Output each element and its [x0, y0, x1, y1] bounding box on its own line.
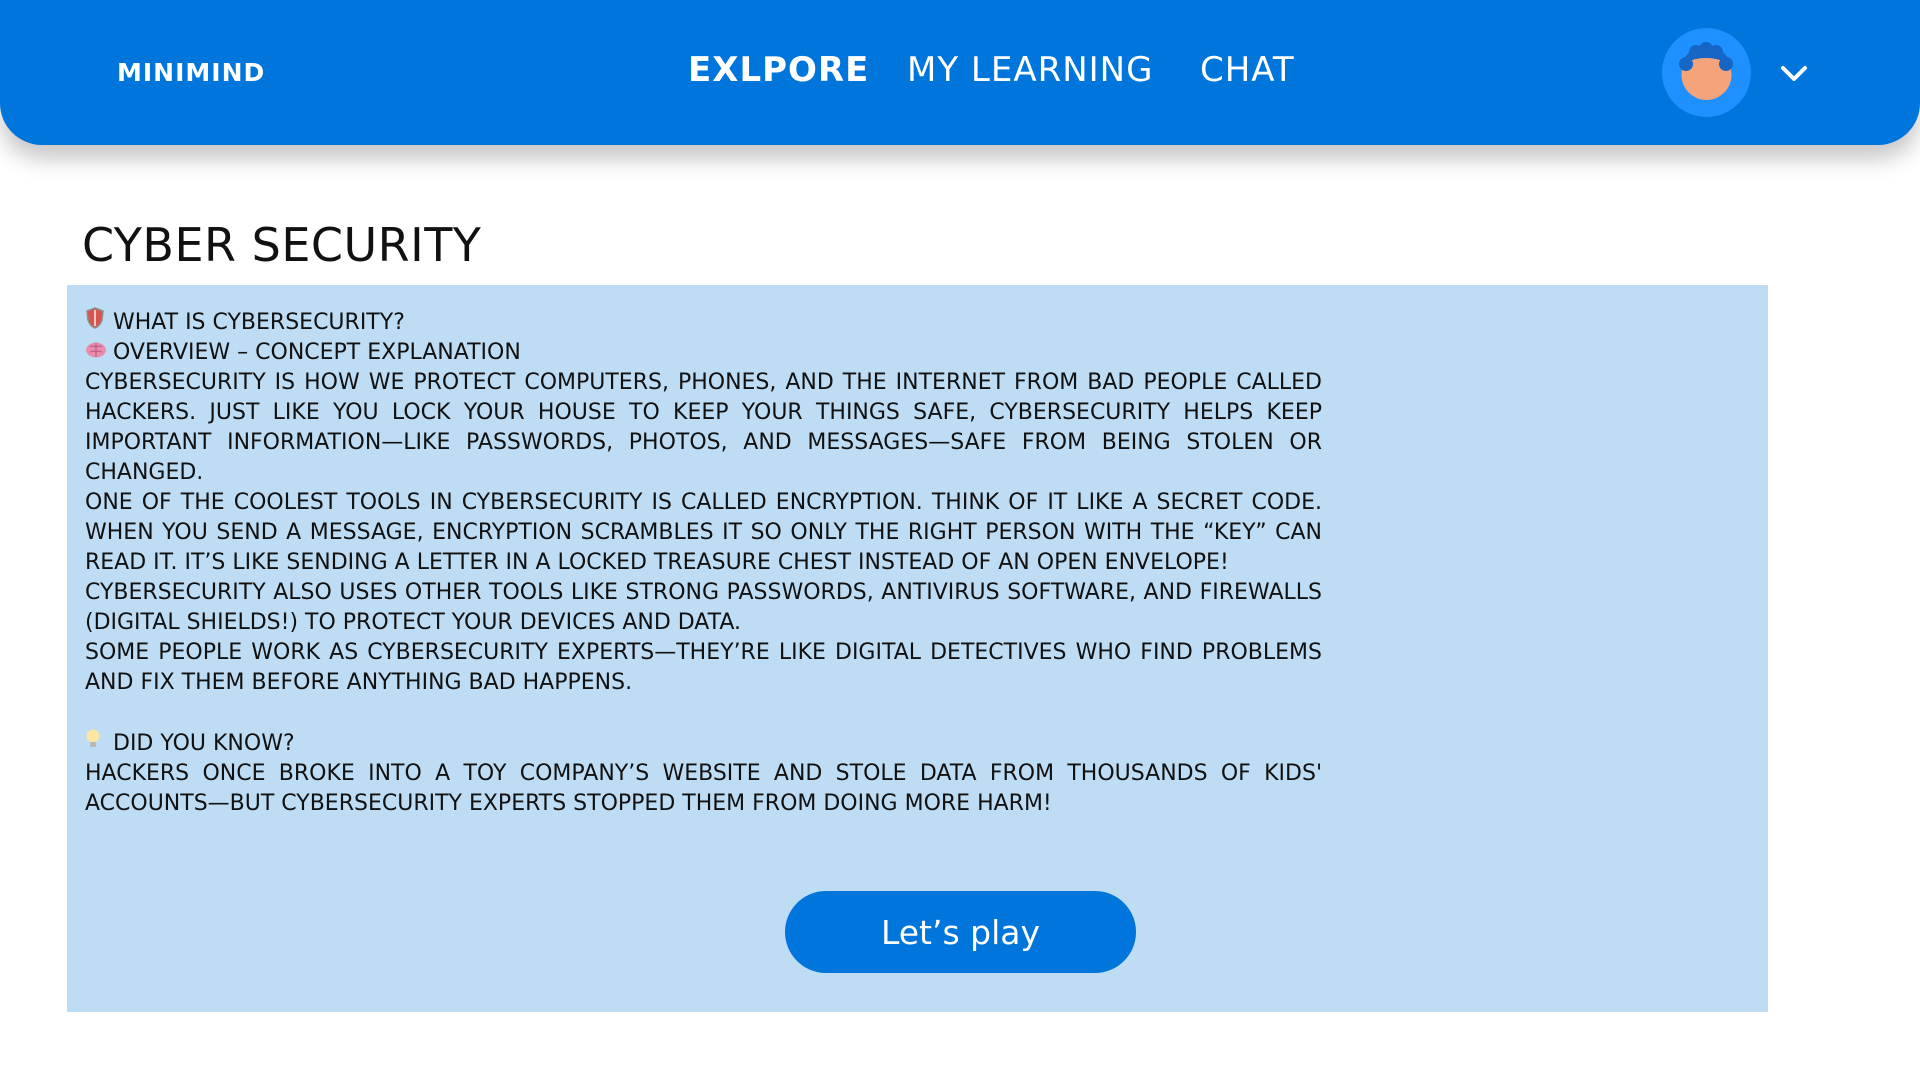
- page-title: CYBER SECURITY: [82, 218, 482, 272]
- section-heading-did-you-know: DID YOU KNOW?: [85, 728, 1322, 759]
- lesson-card: WHAT IS CYBERSECURITY? OVERVIEW – CONCEP…: [67, 285, 1768, 1012]
- shield-icon: [85, 307, 107, 338]
- section-heading-what-is: WHAT IS CYBERSECURITY?: [85, 307, 1322, 338]
- heading-text: WHAT IS CYBERSECURITY?: [113, 310, 405, 335]
- heading-text: OVERVIEW – CONCEPT EXPLANATION: [113, 340, 521, 365]
- nav-tab-explore[interactable]: EXLPORE: [688, 50, 869, 90]
- lesson-content: WHAT IS CYBERSECURITY? OVERVIEW – CONCEP…: [85, 307, 1322, 819]
- lets-play-button[interactable]: Let’s play: [785, 891, 1136, 973]
- app-logo[interactable]: MINIMIND: [117, 58, 265, 87]
- fact-paragraph: HACKERS ONCE BROKE INTO A TOY COMPANY’S …: [85, 761, 1322, 816]
- nav-tab-my-learning[interactable]: MY LEARNING: [907, 50, 1153, 90]
- paragraph: CYBERSECURITY IS HOW WE PROTECT COMPUTER…: [85, 370, 1322, 485]
- brain-icon: [85, 338, 107, 368]
- nav-tab-chat[interactable]: CHAT: [1200, 50, 1295, 90]
- lightbulb-icon: [85, 728, 107, 759]
- user-avatar-icon[interactable]: [1662, 28, 1751, 117]
- avatar-face-icon: [1679, 42, 1733, 100]
- section-heading-overview: OVERVIEW – CONCEPT EXPLANATION: [85, 338, 1322, 368]
- paragraph: ONE OF THE COOLEST TOOLS IN CYBERSECURIT…: [85, 490, 1322, 575]
- top-navigation-bar: MINIMIND EXLPORE MY LEARNING CHAT: [0, 0, 1920, 145]
- paragraph: CYBERSECURITY ALSO USES OTHER TOOLS LIKE…: [85, 580, 1322, 635]
- heading-text: DID YOU KNOW?: [113, 731, 295, 756]
- paragraph: SOME PEOPLE WORK AS CYBERSECURITY EXPERT…: [85, 640, 1322, 695]
- chevron-down-icon[interactable]: [1780, 64, 1808, 84]
